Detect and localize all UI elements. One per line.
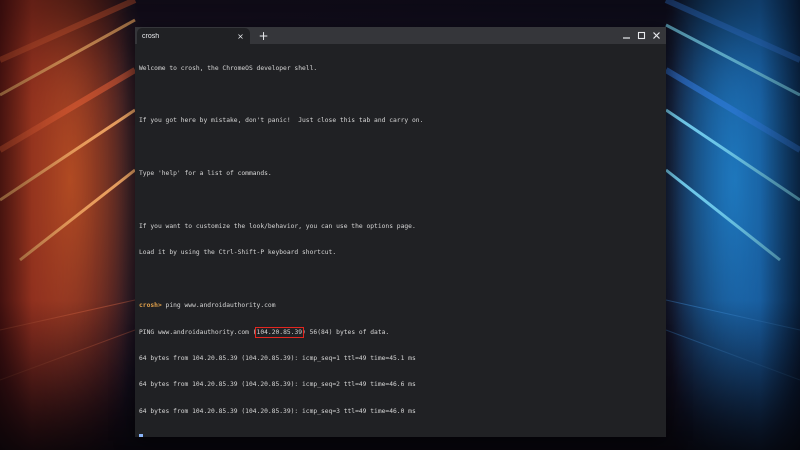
ping-suffix: ) 56(84) bytes of data. xyxy=(302,328,390,336)
tab-crosh[interactable]: crosh × xyxy=(137,28,250,44)
highlighted-ip-address: 104.20.85.39 xyxy=(254,326,305,338)
crosh-window: crosh × + Welcome to crosh, the ChromeOS… xyxy=(135,27,666,437)
ping-prefix: PING www.androidauthority.com ( xyxy=(139,328,257,336)
text-cursor xyxy=(139,434,143,437)
terminal-line-help: Type 'help' for a list of commands. xyxy=(139,170,272,178)
window-titlebar[interactable]: crosh × + xyxy=(135,27,666,44)
terminal-command-line: crosh> ping www.androidauthority.com xyxy=(139,302,662,311)
new-tab-button[interactable]: + xyxy=(257,29,270,43)
ping-reply-line: 64 bytes from 104.20.85.39 (104.20.85.39… xyxy=(139,354,416,362)
terminal-line-mistake: If you got here by mistake, don't panic!… xyxy=(139,117,424,125)
command-text: ping www.androidauthority.com xyxy=(161,302,276,310)
close-icon[interactable] xyxy=(649,28,664,43)
ping-header-line: PING www.androidauthority.com (104.20.85… xyxy=(139,326,662,338)
tab-close-icon[interactable]: × xyxy=(236,32,245,41)
ping-reply-line: 64 bytes from 104.20.85.39 (104.20.85.39… xyxy=(139,381,416,389)
ping-reply-line: 64 bytes from 104.20.85.39 (104.20.85.39… xyxy=(139,407,416,415)
tab-title: crosh xyxy=(142,32,160,40)
terminal-line-welcome: Welcome to crosh, the ChromeOS developer… xyxy=(139,64,318,72)
terminal-line-customize-2: Load it by using the Ctrl-Shift-P keyboa… xyxy=(139,249,337,257)
minimize-icon[interactable] xyxy=(619,28,634,43)
terminal-output[interactable]: Welcome to crosh, the ChromeOS developer… xyxy=(135,44,666,437)
terminal-line-customize-1: If you want to customize the look/behavi… xyxy=(139,222,416,230)
cursor-line xyxy=(139,434,662,437)
shell-prompt: crosh> xyxy=(139,302,162,310)
maximize-icon[interactable] xyxy=(634,28,649,43)
window-controls xyxy=(619,27,664,44)
